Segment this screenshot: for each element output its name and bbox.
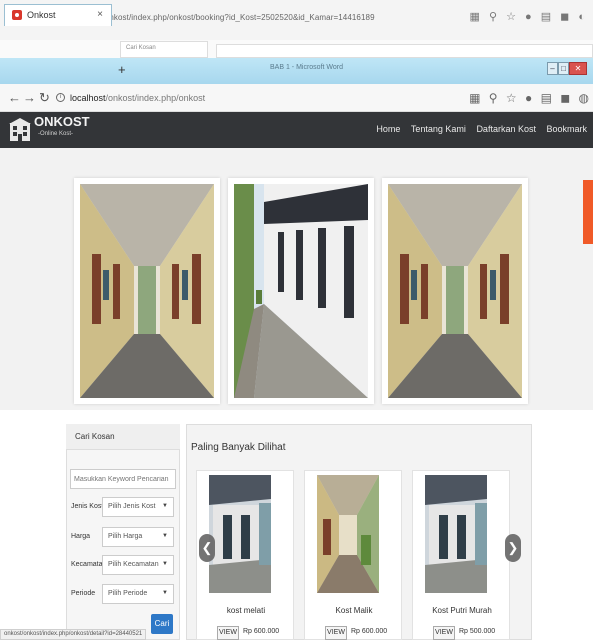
hero-photo-3[interactable]	[382, 178, 528, 404]
onkost-favicon-icon	[12, 10, 22, 20]
periode-value: Pilih Periode	[108, 590, 148, 597]
building-logo-icon[interactable]	[9, 118, 31, 142]
keyword-search-input[interactable]	[70, 469, 176, 489]
maximize-icon[interactable]: □	[558, 62, 569, 75]
carousel-prev-icon[interactable]: ❮	[199, 534, 215, 562]
kost-photo-image	[209, 475, 271, 593]
kecamatan-select[interactable]: Pilih Kecamatan ▼	[102, 555, 174, 575]
logo-subtitle: -Online Kost-	[38, 131, 74, 137]
tab-title: Onkost	[27, 10, 56, 20]
close-window-icon[interactable]: ✕	[569, 62, 587, 75]
kecamatan-value: Pilih Kecamatan	[108, 561, 159, 568]
dropdown-arrow-icon: ▼	[162, 503, 168, 509]
menu-daftarkan-kost[interactable]: Daftarkan Kost	[476, 124, 536, 134]
menu-bookmark[interactable]: Bookmark	[546, 124, 587, 134]
harga-select[interactable]: Pilih Harga ▼	[102, 527, 174, 547]
dropdown-arrow-icon: ▼	[162, 561, 168, 567]
minimize-icon[interactable]: –	[547, 62, 558, 75]
kost-name: Kost Putri Murah	[432, 606, 492, 615]
kost-price: Rp 500.000	[459, 628, 496, 635]
periode-label: Periode	[71, 590, 96, 597]
site-info-icon[interactable]: i	[56, 93, 65, 102]
window-controls: – □ ✕	[547, 62, 587, 76]
window-title: BAB 1 - Microsoft Word	[270, 64, 344, 71]
kost-name: Kost Malik	[335, 606, 373, 615]
corridor-photo-image	[388, 184, 522, 398]
side-feedback-tab[interactable]	[583, 180, 593, 244]
kost-price: Rp 600.000	[351, 628, 388, 635]
logo-title[interactable]: ONKOST	[34, 114, 90, 129]
outer-ghost-label: Cari Kosan	[126, 45, 156, 51]
corridor-photo-image	[80, 184, 214, 398]
periode-select[interactable]: Pilih Periode ▼	[102, 584, 174, 604]
status-bar-url: onkost/onkost/index.php/onkost/detail?id…	[0, 629, 147, 640]
kost-photo-image	[317, 475, 379, 593]
kost-card[interactable]: Kost Malik VIEW Rp 600.000	[304, 470, 402, 640]
building-photo-image	[234, 184, 368, 398]
tab-close-icon[interactable]: ×	[97, 9, 103, 20]
kost-photo-image	[425, 475, 487, 593]
tab-onkost[interactable]: Onkost ×	[4, 4, 112, 26]
harga-label: Harga	[71, 533, 91, 540]
harga-value: Pilih Harga	[108, 533, 143, 540]
back-icon[interactable]: ←	[8, 90, 21, 105]
most-viewed-title: Paling Banyak Dilihat	[191, 442, 286, 453]
kost-card[interactable]: Kost Putri Murah VIEW Rp 500.000	[412, 470, 510, 640]
cari-button[interactable]: Cari	[151, 614, 173, 634]
main-menu: Home Tentang Kami Daftarkan Kost Bookmar…	[368, 124, 587, 134]
dropdown-arrow-icon: ▼	[162, 590, 168, 596]
menu-tentang-kami[interactable]: Tentang Kami	[411, 124, 466, 134]
extension-icons[interactable]: ▦ ⚲ ☆ ● ▤ ◼ ◍	[469, 91, 589, 105]
kost-price: Rp 600.000	[243, 628, 280, 635]
outer-ghost-field	[216, 44, 593, 58]
hero-photo-1[interactable]	[74, 178, 220, 404]
hero-photo-2[interactable]	[228, 178, 374, 404]
view-button[interactable]: VIEW	[325, 626, 347, 640]
search-panel-title: Cari Kosan	[75, 432, 115, 441]
jenis-kost-label: Jenis Kost	[71, 503, 104, 510]
forward-icon[interactable]: →	[23, 90, 36, 105]
carousel-next-icon[interactable]: ❯	[505, 534, 521, 562]
kost-name: kost melati	[226, 606, 266, 615]
tab-bar	[0, 58, 593, 84]
menu-home[interactable]: Home	[376, 124, 400, 134]
new-tab-button[interactable]: +	[118, 62, 126, 77]
outer-url-text[interactable]: localhost/onkost/index.php/onkost/bookin…	[70, 13, 375, 22]
url-input[interactable]: localhost/onkost/index.php/onkost	[70, 93, 205, 103]
view-button[interactable]: VIEW	[433, 626, 455, 640]
view-button[interactable]: VIEW	[217, 626, 239, 640]
reload-icon[interactable]: ↻	[39, 90, 50, 106]
jenis-kost-select[interactable]: Pilih Jenis Kost ▼	[102, 497, 174, 517]
outer-extension-icons: ▦ ⚲ ☆ ● ▤ ◼ ◐	[469, 11, 585, 23]
jenis-kost-value: Pilih Jenis Kost	[108, 503, 156, 510]
dropdown-arrow-icon: ▼	[162, 533, 168, 539]
